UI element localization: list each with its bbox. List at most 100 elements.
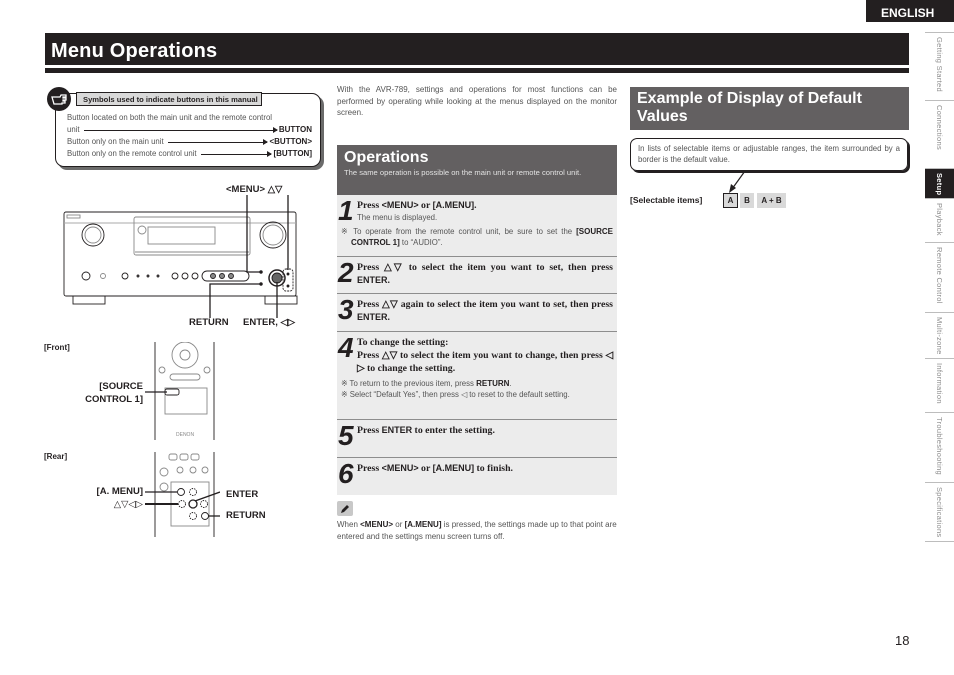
text: or [418, 200, 433, 211]
title-bar: Menu Operations [45, 33, 909, 65]
symbols-legend-box: Symbols used to indicate buttons in this… [47, 87, 321, 167]
text: Press △▽ to select the item you want to … [357, 262, 613, 273]
step-2: 2 Press △▽ to select the item you want t… [337, 257, 617, 294]
arrow-icon [83, 127, 279, 133]
arrow-keys-label: △▽◁▷ [113, 499, 143, 510]
title-rule [45, 68, 909, 73]
symbol-row-both: unit BUTTON [67, 124, 312, 136]
page-title: Menu Operations [51, 40, 218, 62]
text: . [509, 379, 512, 388]
page-number: 18 [895, 633, 910, 648]
text: When [337, 520, 361, 529]
front-label: [Front] [44, 343, 70, 352]
key-label: <MENU> [381, 463, 419, 473]
remote-control-illustration: DENON [145, 342, 220, 537]
text: Press [357, 463, 382, 474]
example-callout: In lists of selectable items or adjustab… [630, 138, 908, 171]
symbols-heading: Symbols used to indicate buttons in this… [76, 92, 262, 106]
step-6: 6 Press <MENU> or [A.MENU] to finish. [337, 458, 617, 495]
rear-label: [Rear] [44, 452, 68, 461]
text: to enter the setting. [412, 425, 495, 436]
source-control-label-line1: [SOURCE [99, 381, 143, 392]
key-label: ENTER [381, 425, 413, 435]
a-menu-label: [A. MENU] [96, 486, 143, 497]
pointing-hand-icon [47, 87, 71, 111]
text: . [474, 200, 477, 211]
text: Press △▽ again to select the item you wa… [357, 299, 613, 310]
selectable-item: A + B [757, 193, 786, 208]
symbol-description: unit [67, 125, 80, 134]
step-instruction: Press ENTER to enter the setting. [357, 424, 613, 437]
key-label: <MENU> [381, 200, 419, 210]
example-title: Example of Display of Default Values [637, 90, 862, 125]
step-number: 2 [338, 257, 354, 288]
note-paragraph: When <MENU> or [A.MENU] is pressed, the … [337, 519, 617, 542]
step-instruction: Press <MENU> or [A.MENU]. [357, 199, 613, 212]
side-nav-label: Playback [935, 203, 944, 236]
side-nav-label: Connections [935, 105, 944, 150]
text: to finish. [474, 463, 514, 474]
callout-arrow-icon [729, 170, 746, 193]
side-nav-item-multi-zone[interactable]: Multi-zone [925, 312, 954, 358]
selectable-item-default: A [723, 193, 738, 208]
side-nav-label: Remote Control [935, 247, 944, 304]
side-nav-label: Specifications [935, 487, 944, 538]
text: ※ To operate from the remote control uni… [341, 227, 577, 236]
operations-subtitle: The same operation is possible on the ma… [344, 168, 582, 177]
step-number: 3 [338, 294, 354, 325]
arrow-icon [200, 151, 273, 157]
enter-label: ENTER [226, 489, 259, 500]
side-nav-item-remote-control[interactable]: Remote Control [925, 242, 954, 312]
source-control-label-line2: CONTROL 1] [85, 394, 143, 405]
enter-button-label: ENTER, ◁▷ [243, 317, 296, 328]
side-nav-label: Troubleshooting [935, 417, 944, 476]
symbol-value: [BUTTON] [273, 149, 312, 158]
step-number: 1 [338, 195, 354, 226]
text: . [387, 275, 390, 286]
remote-brand-label: DENON [176, 432, 194, 438]
step-number: 5 [338, 420, 354, 451]
side-nav-item-setup[interactable]: Setup [925, 168, 954, 198]
pencil-icon [337, 501, 353, 516]
side-nav-label: Information [935, 363, 944, 404]
side-nav: Getting Started Connections Setup Playba… [925, 32, 954, 542]
example-header: Example of Display of Default Values [630, 87, 909, 130]
side-nav-item-specifications[interactable]: Specifications [925, 482, 954, 542]
step-4: 4 To change the setting: Press △▽ to sel… [337, 332, 617, 420]
return-label: RETURN [226, 510, 266, 521]
key-label: [A.MENU] [432, 200, 475, 210]
step-instruction: Press <MENU> or [A.MENU] to finish. [357, 462, 613, 475]
side-nav-label: Multi-zone [935, 317, 944, 355]
symbol-row-remote: Button only on the remote control unit [B… [67, 148, 312, 160]
operations-steps: 1 Press <MENU> or [A.MENU]. The menu is … [337, 195, 617, 495]
symbol-description: Button located on both the main unit and… [67, 113, 273, 122]
selectable-item: B [740, 193, 754, 208]
text: or [393, 520, 405, 529]
symbol-description: Button only on the remote control unit [67, 149, 197, 158]
side-nav-item-troubleshooting[interactable]: Troubleshooting [925, 412, 954, 482]
side-nav-item-information[interactable]: Information [925, 358, 954, 412]
symbol-value: <BUTTON> [269, 137, 312, 146]
text: Press [357, 200, 382, 211]
text: . [387, 312, 390, 323]
operations-header: Operations The same operation is possibl… [337, 145, 617, 195]
step-instruction-heading: To change the setting: [357, 337, 449, 348]
text: Press [357, 425, 382, 436]
language-label: ENGLISH [866, 0, 954, 22]
return-button-label: RETURN [189, 317, 229, 328]
step-instruction: Press △▽ to select the item you want to … [357, 261, 613, 287]
step-number: 4 [338, 332, 354, 363]
key-label: ENTER [357, 312, 388, 322]
key-label: [A.MENU] [404, 520, 442, 529]
side-nav-item-getting-started[interactable]: Getting Started [925, 32, 954, 100]
selectable-items-label: [Selectable items] [630, 195, 703, 205]
text: or [418, 463, 433, 474]
key-label: <MENU> [360, 520, 394, 529]
side-nav-item-playback[interactable]: Playback [925, 198, 954, 242]
step-3: 3 Press △▽ again to select the item you … [337, 294, 617, 332]
receiver-front-panel-illustration [63, 195, 298, 318]
step-1: 1 Press <MENU> or [A.MENU]. The menu is … [337, 195, 617, 257]
side-nav-item-connections[interactable]: Connections [925, 100, 954, 168]
symbol-description: Button only on the main unit [67, 137, 164, 146]
step-instruction: Press △▽ to select the item you want to … [357, 350, 613, 374]
